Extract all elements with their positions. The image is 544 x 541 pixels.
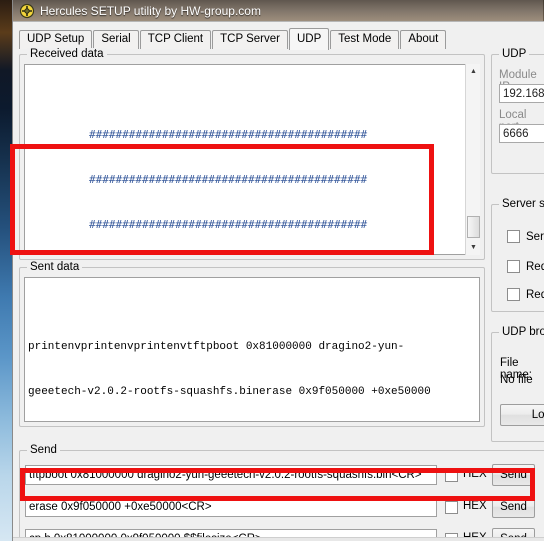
server-checkbox-row-2[interactable]: Redire <box>507 260 544 273</box>
udp-broadcast-legend: UDP broad <box>499 326 544 338</box>
module-ip-field[interactable]: 192.168.25 <box>499 84 544 103</box>
tab-serial[interactable]: Serial <box>93 30 139 49</box>
sent-line-2: geeetech-v2.0.2-rootfs-squashfs.binerase… <box>28 386 431 398</box>
redirect-checkbox-1[interactable] <box>507 260 520 273</box>
send-input-2[interactable]: erase 0x9f050000 +0xe50000<CR> <box>25 497 437 517</box>
tab-strip: UDP Setup Serial TCP Client TCP Server U… <box>19 27 447 50</box>
hex-label-1: HEX <box>463 468 487 480</box>
status-bar <box>13 537 544 541</box>
hercules-window: Hercules SETUP utility by HW-group.com U… <box>12 0 544 541</box>
redirect-checkbox-1-label: Redire <box>526 260 544 273</box>
sent-line-1: printenvprintenvprintenvtftpboot 0x81000… <box>28 341 405 353</box>
hercules-app-icon <box>19 3 35 19</box>
redirect-checkbox-2-label: Redire <box>526 288 544 301</box>
window-title: Hercules SETUP utility by HW-group.com <box>40 3 261 18</box>
load-file-button[interactable]: Load fi <box>500 404 544 426</box>
sent-data-legend: Sent data <box>27 261 83 273</box>
server-checkbox[interactable] <box>507 230 520 243</box>
server-checkbox-row-3[interactable]: Redire <box>507 288 544 301</box>
send-button-2[interactable]: Send <box>492 496 535 518</box>
send-group-legend: Send <box>27 444 60 456</box>
udp-group-legend: UDP <box>499 48 530 60</box>
received-data-scrollbar[interactable]: ▲ ▼ <box>465 64 480 255</box>
client-area: UDP Setup Serial TCP Client TCP Server U… <box>13 21 544 541</box>
received-hash-row: ########################################… <box>89 173 368 186</box>
scroll-down-icon[interactable]: ▼ <box>466 240 481 255</box>
sent-data-console[interactable]: printenvprintenvprintenvtftpboot 0x81000… <box>24 277 480 422</box>
send-input-1[interactable]: tftpboot 0x81000000 dragino2-yun-geeetec… <box>25 465 437 485</box>
server-settings-legend: Server sett <box>499 198 544 210</box>
scroll-up-icon[interactable]: ▲ <box>466 64 481 79</box>
send-button-1[interactable]: Send <box>492 464 535 486</box>
received-hash-row: ########################################… <box>89 128 368 141</box>
tab-tcp-client[interactable]: TCP Client <box>139 30 212 49</box>
hex-label-2: HEX <box>463 500 487 512</box>
tab-tcp-server[interactable]: TCP Server <box>212 30 288 49</box>
scroll-thumb[interactable] <box>467 216 480 238</box>
received-hash-row: ########################################… <box>89 218 368 231</box>
hex-checkbox-1[interactable] <box>445 469 458 482</box>
tab-udp[interactable]: UDP <box>288 28 330 50</box>
server-checkbox-label: Serve <box>526 230 544 243</box>
tab-udp-setup[interactable]: UDP Setup <box>19 30 93 49</box>
desktop-left-edge <box>0 0 12 541</box>
title-bar[interactable]: Hercules SETUP utility by HW-group.com <box>13 0 544 21</box>
hex-checkbox-2[interactable] <box>445 501 458 514</box>
send-group: Send <box>19 444 544 541</box>
tab-test-mode[interactable]: Test Mode <box>330 30 400 49</box>
server-checkbox-row-1[interactable]: Serve <box>507 230 544 243</box>
file-name-value: No file <box>500 374 533 386</box>
redirect-checkbox-2[interactable] <box>507 288 520 301</box>
received-data-console[interactable]: ########################################… <box>24 64 480 255</box>
local-port-field[interactable]: 6666 <box>499 124 544 143</box>
tab-about[interactable]: About <box>400 30 447 49</box>
received-data-legend: Received data <box>27 48 107 60</box>
